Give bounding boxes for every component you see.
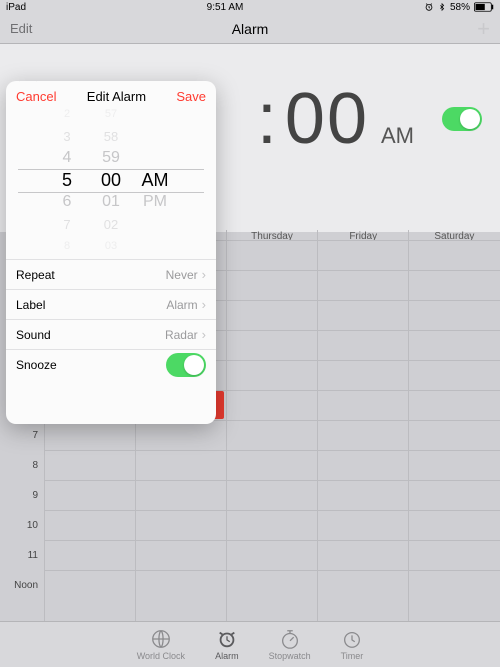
battery-percent: 58% (450, 2, 470, 13)
stopwatch-icon (279, 628, 301, 650)
content: : 00 AM sday Wednesday Thursday Friday S… (0, 44, 500, 621)
edit-alarm-popover: Cancel Edit Alarm Save 2 3 4 5 6 7 8 57 … (6, 81, 216, 424)
time-picker[interactable]: 2 3 4 5 6 7 8 57 58 59 00 01 02 03 AM PM (6, 115, 216, 245)
hour-picker[interactable]: 2 3 4 5 6 7 8 (45, 103, 89, 257)
tab-stopwatch[interactable]: Stopwatch (269, 628, 311, 661)
repeat-row[interactable]: Repeat Never› (6, 260, 216, 290)
snooze-switch[interactable] (166, 353, 206, 377)
tab-timer[interactable]: Timer (341, 628, 364, 661)
chevron-right-icon: › (202, 297, 206, 312)
chevron-right-icon: › (202, 327, 206, 342)
status-bar: iPad 9:51 AM 58% (0, 0, 500, 14)
alarm-icon (216, 628, 238, 650)
minute-picker[interactable]: 57 58 59 00 01 02 03 (89, 103, 133, 257)
snooze-row: Snooze (6, 350, 216, 380)
globe-icon (150, 628, 172, 650)
alarm-time-display: : 00 AM (257, 78, 414, 160)
alarm-ampm: AM (381, 123, 414, 149)
chevron-right-icon: › (202, 267, 206, 282)
bluetooth-icon (438, 2, 446, 12)
cancel-button[interactable]: Cancel (16, 89, 56, 104)
popover-title: Edit Alarm (87, 89, 146, 104)
status-time: 9:51 AM (207, 2, 244, 13)
tab-worldclock[interactable]: World Clock (137, 628, 185, 661)
nav-bar: Edit Alarm + (0, 14, 500, 44)
battery-icon (474, 2, 494, 12)
save-button[interactable]: Save (176, 89, 206, 104)
add-button[interactable]: + (477, 16, 490, 42)
edit-button[interactable]: Edit (10, 21, 32, 36)
alarm-enable-switch[interactable] (442, 107, 482, 131)
tab-bar: World Clock Alarm Stopwatch Timer (0, 621, 500, 667)
alarm-status-icon (424, 2, 434, 12)
ampm-picker[interactable]: AM PM (133, 103, 177, 257)
device-label: iPad (6, 2, 26, 13)
alarm-minute: 00 (285, 78, 369, 160)
label-row[interactable]: Label Alarm› (6, 290, 216, 320)
timer-icon (341, 628, 363, 650)
page-title: Alarm (0, 21, 500, 37)
tab-alarm[interactable]: Alarm (215, 628, 239, 661)
sound-row[interactable]: Sound Radar› (6, 320, 216, 350)
